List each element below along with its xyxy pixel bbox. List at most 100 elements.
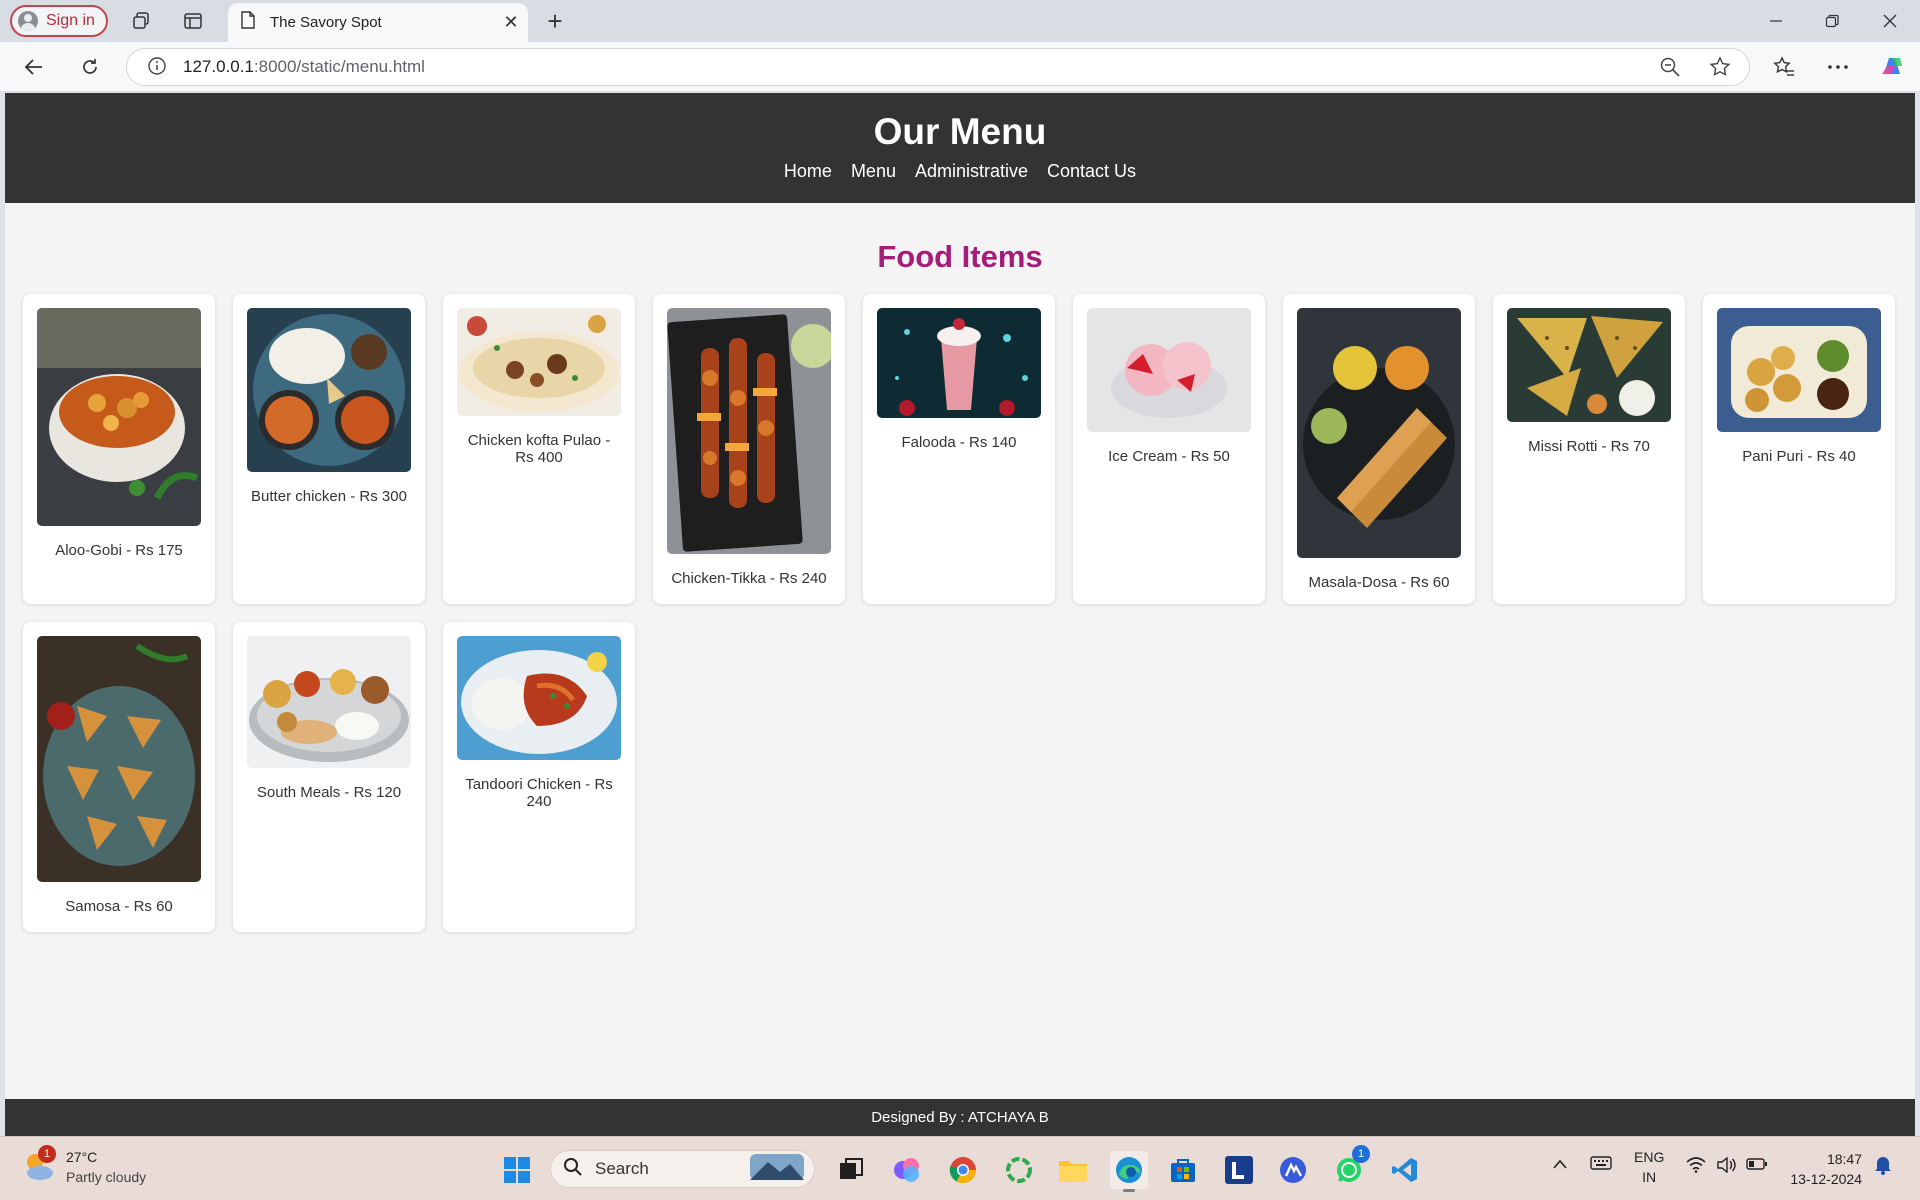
food-caption: Masala-Dosa - Rs 60 [1308, 574, 1450, 591]
food-caption: Falooda - Rs 140 [901, 434, 1017, 451]
url-host: 127.0.0.1 [183, 57, 254, 76]
language-indicator[interactable]: ENG IN [1634, 1149, 1664, 1185]
site-info-icon[interactable] [147, 56, 169, 78]
restore-icon[interactable] [1804, 0, 1860, 42]
tab-the-savory-spot[interactable]: The Savory Spot ✕ [228, 3, 528, 42]
butter-chicken-image [247, 308, 411, 472]
tab-title: The Savory Spot [270, 14, 382, 31]
food-caption: Missi Rotti - Rs 70 [1528, 438, 1650, 455]
food-caption: South Meals - Rs 120 [256, 784, 402, 801]
l-app-icon[interactable] [1220, 1151, 1258, 1189]
ice-cream-image [1087, 308, 1251, 432]
file-explorer-icon[interactable] [1054, 1151, 1092, 1189]
keyboard-icon[interactable] [1590, 1155, 1612, 1174]
chicken-kofta-pulao-image [457, 308, 621, 416]
weather-description: Partly cloudy [66, 1169, 147, 1185]
sign-in-label: Sign in [46, 12, 95, 29]
food-caption: Chicken-Tikka - Rs 240 [671, 570, 827, 587]
aloo-gobi-image [37, 308, 201, 526]
south-meals-image [247, 636, 411, 768]
windows-start-icon[interactable] [498, 1151, 536, 1189]
wifi-icon[interactable] [1686, 1157, 1706, 1176]
more-options-icon[interactable] [1820, 50, 1856, 84]
battery-icon[interactable] [1746, 1157, 1768, 1174]
language-bottom: IN [1642, 1169, 1657, 1185]
browser-tab-bar: Sign in The Savory Spot ✕ + [0, 0, 1920, 42]
page-title: Our Menu [873, 111, 1047, 152]
weather-temperature: 27°C [66, 1149, 98, 1165]
food-card[interactable]: Ice Cream - Rs 50 [1073, 294, 1265, 604]
masala-dosa-image [1297, 308, 1461, 558]
whatsapp-badge: 1 [1352, 1145, 1370, 1163]
sign-in-button[interactable]: Sign in [10, 5, 108, 37]
nav-link-contact-us[interactable]: Contact Us [1047, 161, 1136, 182]
chrome-icon[interactable] [944, 1151, 982, 1189]
ring-app-icon[interactable] [1000, 1151, 1038, 1189]
nav-link-home[interactable]: Home [784, 161, 832, 182]
taskbar: 1 27°C Partly cloudy Search 1 ENG IN 18:… [0, 1136, 1920, 1200]
missi-rotti-image [1507, 308, 1671, 422]
food-card[interactable]: Butter chicken - Rs 300 [233, 294, 425, 604]
whatsapp-icon[interactable]: 1 [1330, 1145, 1370, 1189]
minimize-icon[interactable] [1748, 0, 1804, 42]
url-field[interactable]: 127.0.0.1:8000/static/menu.html [126, 48, 1750, 86]
food-card[interactable]: Masala-Dosa - Rs 60 [1283, 294, 1475, 604]
zoom-icon[interactable] [1659, 56, 1681, 83]
food-items-grid: Aloo-Gobi - Rs 175 Butter chicken - Rs 3… [23, 294, 1895, 932]
vpn-app-icon[interactable] [1274, 1151, 1312, 1189]
system-clock[interactable]: 18:47 13-12-2024 [1790, 1149, 1862, 1189]
show-hidden-icons-chevron-icon[interactable] [1552, 1157, 1568, 1173]
pani-puri-image [1717, 308, 1881, 432]
volume-icon[interactable] [1716, 1156, 1736, 1176]
vscode-icon[interactable] [1386, 1151, 1424, 1189]
language-top: ENG [1634, 1149, 1665, 1165]
edge-icon[interactable] [1110, 1151, 1148, 1192]
food-card[interactable]: Aloo-Gobi - Rs 175 [23, 294, 215, 604]
new-tab-icon[interactable]: + [538, 5, 572, 37]
food-caption: Tandoori Chicken - Rs 240 [465, 776, 613, 810]
copilot-icon[interactable] [1874, 50, 1910, 84]
search-label: Search [595, 1159, 649, 1178]
search-highlight-icon [750, 1153, 804, 1185]
address-toolbar: 127.0.0.1:8000/static/menu.html [0, 42, 1920, 92]
food-card[interactable]: Chicken-Tikka - Rs 240 [653, 294, 845, 604]
workspaces-icon[interactable] [124, 5, 158, 37]
chicken-tikka-image [667, 308, 831, 554]
copilot-taskbar-icon[interactable] [888, 1151, 926, 1189]
weather-notification-badge: 1 [38, 1145, 56, 1163]
nav-link-administrative[interactable]: Administrative [915, 161, 1028, 182]
food-card[interactable]: Chicken kofta Pulao - Rs 400 [443, 294, 635, 604]
tab-actions-icon[interactable] [176, 5, 210, 37]
food-card[interactable]: Samosa - Rs 60 [23, 622, 215, 932]
web-page: Our Menu Home Menu Administrative Contac… [5, 93, 1915, 1136]
section-title: Food Items [877, 239, 1043, 274]
food-caption: Chicken kofta Pulao - Rs 400 [467, 432, 611, 466]
close-window-icon[interactable] [1862, 0, 1918, 42]
close-tab-icon[interactable]: ✕ [494, 12, 528, 33]
back-arrow-icon[interactable] [16, 50, 52, 84]
nav-link-menu[interactable]: Menu [851, 161, 896, 182]
food-caption: Aloo-Gobi - Rs 175 [55, 542, 183, 559]
url-path: :8000/static/menu.html [253, 57, 425, 76]
profile-icon [18, 11, 38, 31]
task-view-icon[interactable] [832, 1151, 870, 1189]
refresh-icon[interactable] [72, 50, 108, 84]
microsoft-store-icon[interactable] [1164, 1151, 1202, 1189]
favorite-star-icon[interactable] [1709, 56, 1731, 83]
page-icon [240, 11, 256, 34]
food-card[interactable]: Missi Rotti - Rs 70 [1493, 294, 1685, 604]
food-card[interactable]: Pani Puri - Rs 40 [1703, 294, 1895, 604]
partly-cloudy-icon: 1 [22, 1145, 56, 1183]
clock-time: 18:47 [1826, 1151, 1862, 1167]
notifications-bell-icon[interactable] [1874, 1155, 1892, 1178]
samosa-image [37, 636, 201, 882]
search-icon [563, 1157, 583, 1182]
food-card[interactable]: Falooda - Rs 140 [863, 294, 1055, 604]
food-card[interactable]: Tandoori Chicken - Rs 240 [443, 622, 635, 932]
food-card[interactable]: South Meals - Rs 120 [233, 622, 425, 932]
favorites-icon[interactable] [1766, 50, 1802, 84]
weather-widget[interactable]: 1 27°C Partly cloudy [22, 1145, 147, 1185]
tandoori-chicken-image [457, 636, 621, 760]
site-footer: Designed By : ATCHAYA B [5, 1099, 1915, 1136]
taskbar-search[interactable]: Search [550, 1150, 815, 1188]
